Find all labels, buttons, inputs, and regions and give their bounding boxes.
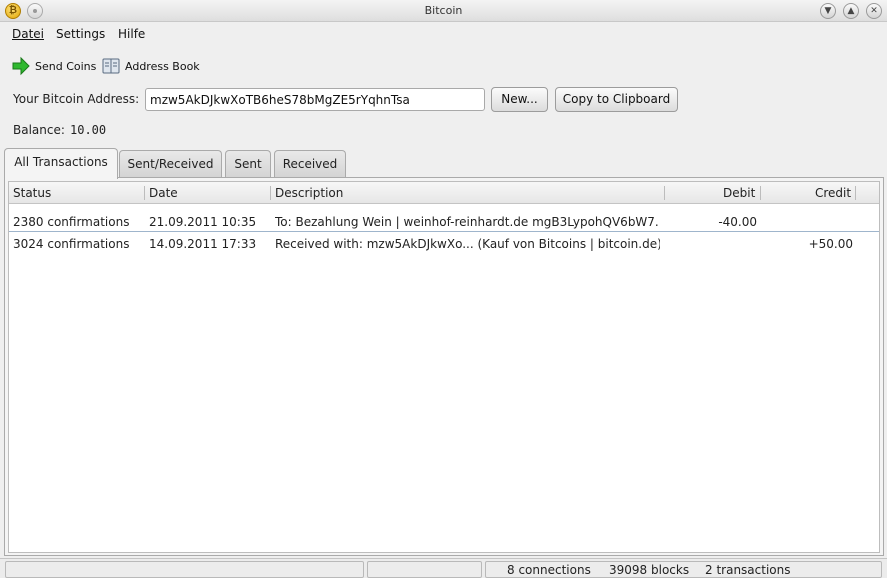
maximize-button[interactable]: ▲ xyxy=(843,3,859,19)
connections-count: 8 connections xyxy=(507,563,591,577)
tab-all-transactions[interactable]: All Transactions xyxy=(4,148,118,179)
cell-status: 3024 confirmations xyxy=(13,237,130,251)
menu-settings[interactable]: Settings xyxy=(56,27,105,41)
blocks-count: 39098 blocks xyxy=(609,563,690,577)
transactions-count: 2 transactions xyxy=(705,563,791,577)
column-separator[interactable] xyxy=(760,186,761,200)
cell-date: 21.09.2011 10:35 xyxy=(149,215,257,229)
title-bar: ₿ Bitcoin ▼ ▲ ✕ xyxy=(0,0,887,22)
menu-file[interactable]: Datei xyxy=(12,27,44,41)
send-coins-button[interactable]: Send Coins xyxy=(11,56,96,76)
new-address-button[interactable]: New... xyxy=(491,87,548,112)
column-separator[interactable] xyxy=(270,186,271,200)
column-separator[interactable] xyxy=(144,186,145,200)
column-debit[interactable]: Debit xyxy=(723,186,755,200)
toolbar: Send Coins Address Book xyxy=(0,54,887,78)
arrow-right-icon xyxy=(11,56,31,76)
address-label: Your Bitcoin Address: xyxy=(13,92,140,106)
cell-date: 14.09.2011 17:33 xyxy=(149,237,257,251)
table-header: Status Date Description Debit Credit xyxy=(9,182,879,204)
transactions-table: Status Date Description Debit Credit 238… xyxy=(8,181,880,553)
bitcoin-address-field[interactable] xyxy=(145,88,485,111)
window-title: Bitcoin xyxy=(424,4,463,17)
close-icon: ✕ xyxy=(870,6,878,16)
tab-sent-received[interactable]: Sent/Received xyxy=(119,150,222,178)
cell-credit: +50.00 xyxy=(808,237,853,251)
close-button[interactable]: ✕ xyxy=(866,3,882,19)
table-row[interactable]: 3024 confirmations 14.09.2011 17:33 Rece… xyxy=(9,232,879,254)
cell-status: 2380 confirmations xyxy=(13,215,130,229)
tab-sent[interactable]: Sent xyxy=(225,150,271,178)
cell-description: To: Bezahlung Wein | weinhof-reinhardt.d… xyxy=(275,215,660,229)
chevron-up-icon: ▲ xyxy=(847,6,855,16)
address-book-label: Address Book xyxy=(125,59,200,73)
column-status[interactable]: Status xyxy=(13,186,51,200)
column-separator[interactable] xyxy=(855,186,856,200)
status-segment xyxy=(5,561,364,578)
cell-debit: -40.00 xyxy=(718,215,757,229)
address-book-button[interactable]: Address Book xyxy=(101,56,200,76)
column-date[interactable]: Date xyxy=(149,186,178,200)
copy-to-clipboard-button[interactable]: Copy to Clipboard xyxy=(555,87,678,112)
balance-label: Balance: xyxy=(13,123,65,137)
menu-help[interactable]: Hilfe xyxy=(118,27,145,41)
minimize-button[interactable]: ▼ xyxy=(820,3,836,19)
column-credit[interactable]: Credit xyxy=(815,186,851,200)
table-row[interactable]: 2380 confirmations 21.09.2011 10:35 To: … xyxy=(9,210,879,232)
menu-bar: Datei Settings Hilfe xyxy=(0,24,887,44)
status-bar: 8 connections 39098 blocks 2 transaction… xyxy=(0,558,887,578)
address-book-icon xyxy=(101,56,121,76)
balance-value: 10.00 xyxy=(70,123,107,137)
transactions-panel: Status Date Description Debit Credit 238… xyxy=(4,177,884,556)
address-row: Your Bitcoin Address: New... Copy to Cli… xyxy=(0,86,887,112)
column-description[interactable]: Description xyxy=(275,186,343,200)
chevron-down-icon: ▼ xyxy=(824,6,832,16)
transaction-tabs: All Transactions Sent/Received Sent Rece… xyxy=(4,148,884,179)
status-segment xyxy=(367,561,482,578)
tab-received[interactable]: Received xyxy=(274,150,346,178)
cell-description: Received with: mzw5AkDJkwXo... (Kauf von… xyxy=(275,237,660,251)
send-coins-label: Send Coins xyxy=(35,59,97,73)
column-separator[interactable] xyxy=(664,186,665,200)
